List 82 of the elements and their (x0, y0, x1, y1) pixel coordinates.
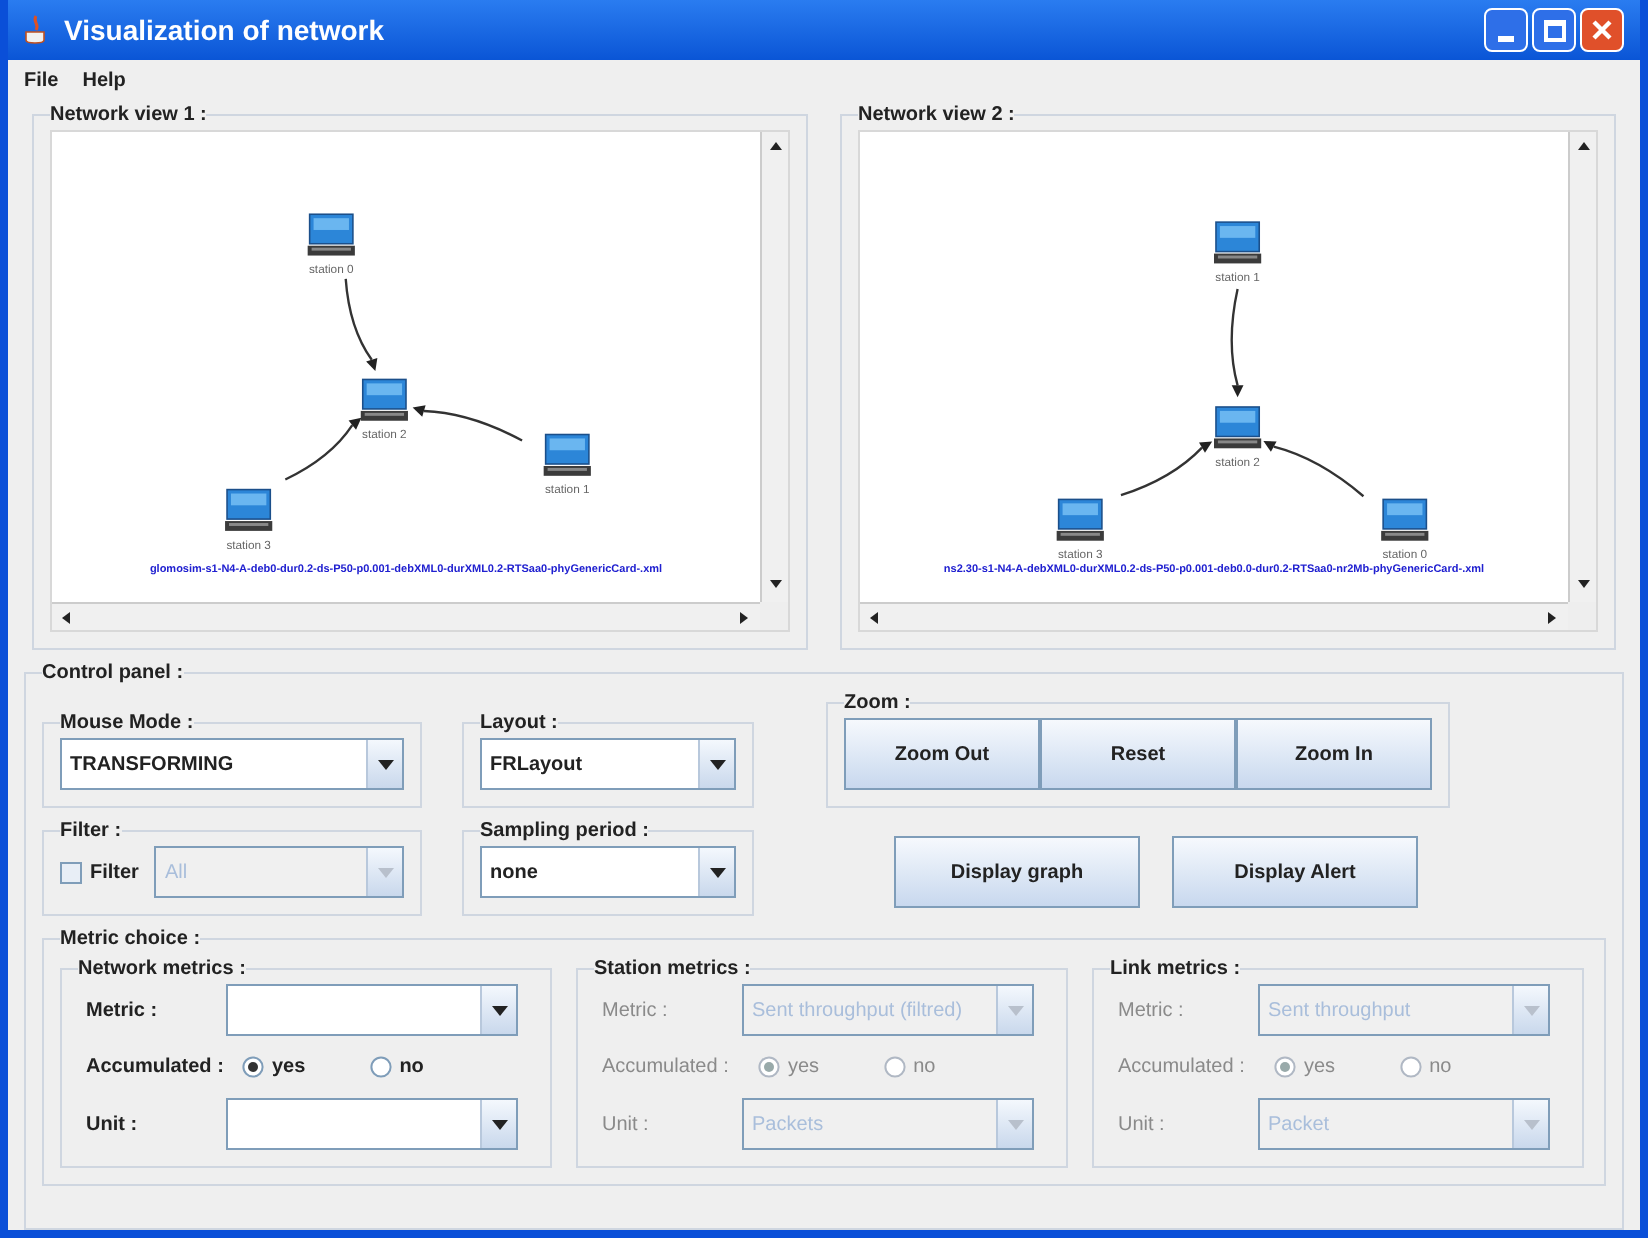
radio-label: yes (1304, 1054, 1336, 1082)
laptop-icon[interactable] (307, 213, 355, 256)
laptop-icon[interactable] (1214, 221, 1262, 264)
close-button[interactable] (1580, 8, 1624, 52)
edge-arrow (1230, 288, 1244, 398)
radio-label: no (1429, 1054, 1452, 1082)
action-button[interactable]: Display Alert (1172, 836, 1418, 908)
edge-arrow (412, 405, 523, 442)
dropdown[interactable]: none (480, 846, 736, 898)
scroll-left-icon (60, 609, 76, 625)
menu-item[interactable]: Help (82, 65, 126, 95)
laptop-icon[interactable] (543, 433, 591, 476)
group-title: Zoom : (844, 690, 911, 718)
laptop-icon[interactable] (1056, 498, 1104, 541)
scroll-right-icon (1544, 609, 1560, 625)
zoom-button[interactable]: Zoom Out (844, 718, 1040, 790)
horizontal-scrollbar[interactable] (52, 602, 760, 630)
caret-icon (491, 1005, 507, 1015)
field-label: Metric : (602, 997, 670, 1025)
field-label: Unit : (86, 1111, 140, 1139)
menu-item[interactable]: File (24, 65, 59, 95)
group-title: Layout : (480, 710, 558, 738)
minimize-button[interactable] (1484, 8, 1528, 52)
dropdown[interactable]: FRLayout (480, 738, 736, 790)
caret-icon (709, 759, 725, 769)
field-label: Metric : (1118, 997, 1186, 1025)
maximize-button[interactable] (1532, 8, 1576, 52)
checkbox-label: Filter (90, 859, 139, 887)
field-label: Unit : (1118, 1111, 1167, 1139)
group-title: Network view 2 : (858, 102, 1015, 130)
caret-icon (377, 759, 393, 769)
laptop-icon[interactable] (1381, 498, 1429, 541)
edge-arrow (1263, 440, 1365, 498)
radio-label: yes (272, 1054, 306, 1082)
vertical-scrollbar[interactable] (760, 132, 788, 602)
horizontal-scrollbar[interactable] (860, 602, 1568, 630)
caret-icon (1007, 1119, 1023, 1129)
group-title: Mouse Mode : (60, 710, 194, 738)
radio-label: no (913, 1054, 936, 1082)
radio-button[interactable] (369, 1056, 392, 1078)
radio-label: yes (788, 1054, 820, 1082)
caret-icon (491, 1119, 507, 1129)
scroll-right-icon (736, 609, 752, 625)
group-title: Network metrics : (78, 956, 246, 984)
window-title: Visualization of network (64, 11, 386, 49)
group-title: Filter : (60, 818, 122, 846)
radio-button[interactable] (242, 1056, 264, 1078)
group-title: Metric choice : (60, 926, 201, 954)
close-icon (1590, 18, 1614, 42)
cup-icon (24, 14, 48, 46)
edge-arrow (344, 278, 378, 372)
radio-label: no (399, 1054, 424, 1082)
group-title: Sampling period : (480, 818, 649, 846)
caret-icon (1007, 1005, 1023, 1015)
zoom-button[interactable]: Zoom In (1236, 718, 1432, 790)
laptop-icon[interactable] (360, 378, 408, 421)
dropdown[interactable]: TRANSFORMING (60, 738, 404, 790)
field-label: Accumulated : (1118, 1054, 1247, 1082)
caret-icon (377, 867, 393, 877)
field-label: Accumulated : (602, 1054, 731, 1082)
caret-icon (1523, 1005, 1539, 1015)
caret-icon (1523, 1119, 1539, 1129)
group-title: Station metrics : (594, 956, 751, 984)
field-label: Accumulated : (86, 1054, 226, 1082)
group-title: Network view 1 : (50, 102, 207, 130)
edge-arrow (284, 417, 362, 481)
field-label: Unit : (602, 1111, 651, 1139)
zoom-button[interactable]: Reset (1040, 718, 1236, 790)
scroll-up-icon (767, 140, 783, 156)
vertical-scrollbar[interactable] (1568, 132, 1596, 602)
action-button[interactable]: Display graph (894, 836, 1140, 908)
caret-icon (709, 867, 725, 877)
dropdown[interactable] (226, 984, 518, 1036)
dropdown[interactable] (226, 1098, 518, 1150)
laptop-icon[interactable] (225, 488, 273, 531)
edge-arrow (1120, 441, 1213, 497)
laptop-icon[interactable] (1214, 406, 1262, 449)
scroll-left-icon (868, 609, 884, 625)
scroll-up-icon (1575, 140, 1591, 156)
group-title: Control panel : (42, 660, 184, 688)
field-label: Metric : (86, 997, 160, 1025)
group-title: Link metrics : (1110, 956, 1241, 984)
